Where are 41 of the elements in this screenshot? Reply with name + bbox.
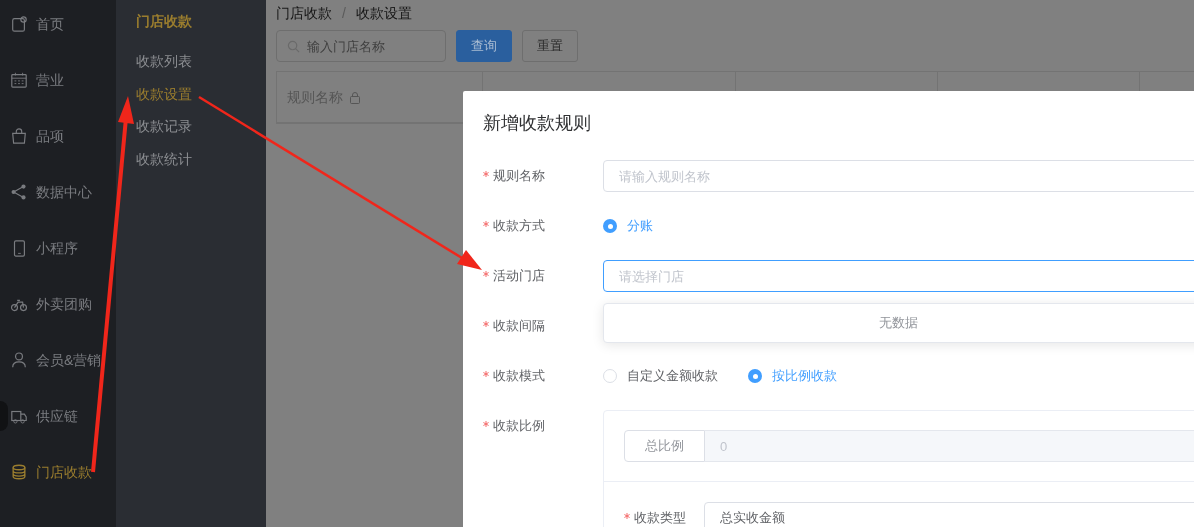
sidebar-item[interactable]: 数据中心: [10, 164, 116, 220]
user-icon: [10, 351, 28, 369]
field-label: 规则名称: [493, 167, 545, 186]
field-label: 收款比例: [493, 417, 545, 436]
submenu-item[interactable]: 收款记录: [136, 115, 192, 137]
field-label: 活动门店: [493, 267, 545, 286]
share-icon: [10, 183, 28, 201]
radio-option[interactable]: 按比例收款: [748, 366, 837, 386]
field-label: 收款模式: [493, 367, 545, 386]
input-addon: 总比例: [624, 430, 705, 462]
submenu-item[interactable]: 收款统计: [136, 147, 192, 170]
sidebar-item[interactable]: 首页: [10, 0, 116, 52]
lock-icon: [349, 90, 361, 104]
radio-option[interactable]: 自定义金额收款: [603, 366, 718, 386]
field-label: 收款间隔: [493, 317, 545, 336]
sidebar-item[interactable]: 营业: [10, 52, 116, 108]
breadcrumb-separator: /: [342, 3, 346, 23]
sidebar-item[interactable]: 会员&营销: [10, 332, 116, 388]
calendar-icon: [10, 71, 28, 89]
radio-option[interactable]: 分账: [603, 216, 653, 236]
reset-button[interactable]: 重置: [522, 30, 578, 62]
sidebar-item[interactable]: 小程序: [10, 220, 116, 276]
breadcrumb-item[interactable]: 收款设置: [355, 2, 412, 24]
empty-text: 无数据: [878, 314, 919, 333]
dialog-title: 新增收款规则: [483, 112, 591, 135]
query-button[interactable]: 查询: [456, 30, 512, 62]
select-field[interactable]: 总实收金额: [704, 502, 1194, 527]
sidebar-item[interactable]: 外卖团购: [10, 276, 116, 332]
shopping-bag-icon: [10, 127, 28, 145]
breadcrumb-item[interactable]: 门店收款: [276, 2, 332, 24]
submenu-item[interactable]: 收款列表: [136, 50, 192, 72]
sidebar-item[interactable]: 门店收款: [10, 444, 116, 500]
field-label: 收款类型: [634, 509, 686, 527]
input-field[interactable]: 请输入规则名称: [603, 160, 1194, 192]
database-icon: [10, 463, 28, 481]
sidebar-item[interactable]: 品项: [10, 108, 116, 164]
sidebar-item[interactable]: 供应链: [10, 388, 116, 444]
submenu-item[interactable]: 收款设置: [136, 82, 192, 105]
field-label: 收款方式: [493, 217, 545, 236]
submenu-title: 门店收款: [136, 12, 192, 31]
home-icon: [10, 15, 28, 33]
